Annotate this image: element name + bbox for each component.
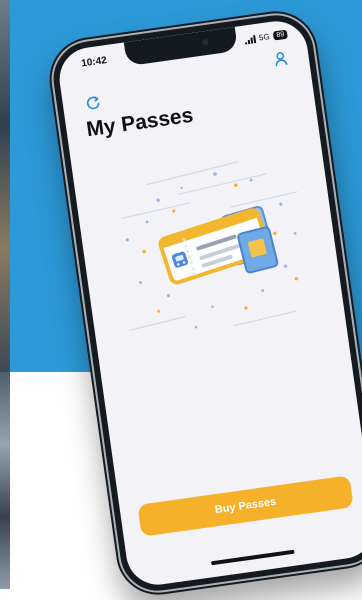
profile-icon[interactable]	[272, 50, 290, 68]
home-indicator	[210, 549, 295, 566]
network-label: 5G	[258, 32, 271, 43]
battery-icon: 89	[272, 29, 288, 41]
refresh-icon[interactable]	[84, 94, 102, 112]
phone-mockup: 10:42 5G 89 My Passes Buy Passes	[44, 5, 362, 600]
bus-pass-tickets-illustration	[121, 161, 299, 332]
status-indicators: 5G 89	[244, 29, 288, 45]
buy-passes-button[interactable]: Buy Passes	[137, 475, 354, 537]
background-photo-strip	[0, 372, 10, 589]
status-time: 10:42	[80, 55, 108, 70]
signal-icon	[244, 34, 256, 45]
